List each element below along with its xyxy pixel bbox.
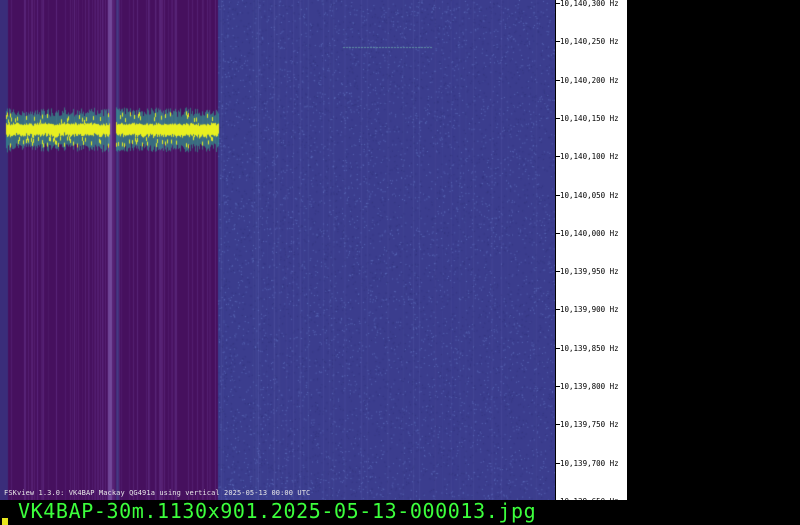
footer-bar: VK4BAP-30m.1130x901.2025-05-13-000013.jp… [0,499,800,525]
frequency-axis: 10,140,300 Hz 10,140,250 Hz 10,140,200 Hz 1… [555,0,628,506]
axis-tick-label: 10,139,750 Hz [560,420,619,429]
blank-margin [627,0,800,500]
axis-tick-label: 10,140,150 Hz [560,114,619,123]
axis-tick-label: 10,139,950 Hz [560,267,619,276]
text-cursor [2,518,8,525]
fskview-window: FSKview 1.3.0: VK4BAP Mackay QG491a usin… [0,0,800,525]
axis-tick-label: 10,140,000 Hz [560,229,619,238]
axis-tick-label: 10,140,050 Hz [560,191,619,200]
axis-tick-label: 10,139,850 Hz [560,344,619,353]
axis-tick-label: 10,140,250 Hz [560,37,619,46]
axis-tick-label: 10,140,100 Hz [560,152,619,161]
axis-tick-label: 10,140,200 Hz [560,76,619,85]
waterfall-spectrogram: FSKview 1.3.0: VK4BAP Mackay QG491a usin… [0,0,555,500]
axis-tick-label: 10,139,900 Hz [560,305,619,314]
axis-tick-label: 10,139,700 Hz [560,459,619,468]
waterfall-caption: FSKview 1.3.0: VK4BAP Mackay QG491a usin… [4,489,311,497]
image-filename: VK4BAP-30m.1130x901.2025-05-13-000013.jp… [18,499,537,523]
waterfall-canvas [0,0,555,500]
axis-tick-label: 10,140,300 Hz [560,0,619,8]
axis-tick-label: 10,139,800 Hz [560,382,619,391]
